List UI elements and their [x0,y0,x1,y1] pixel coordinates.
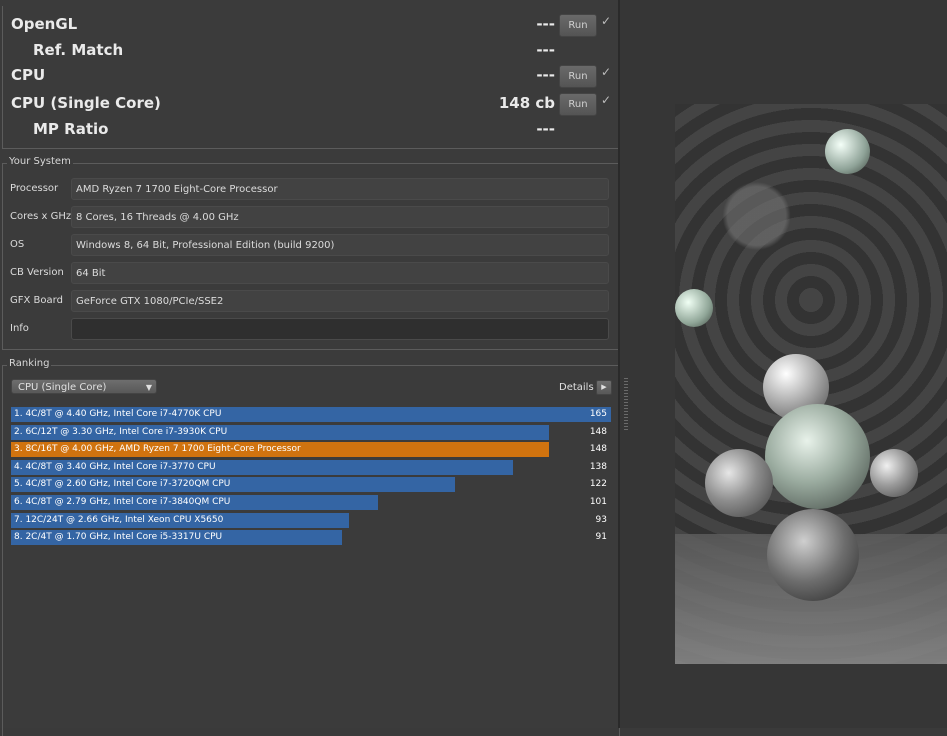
bench-row-ref-match: Ref. Match --- [3,40,619,64]
ranking-score: 148 [589,427,607,437]
system-row-cb-version: CB Version 64 Bit [3,262,619,286]
ranking-bar: 2. 6C/12T @ 3.30 GHz, Intel Core i7-3930… [11,425,550,440]
system-row-os: OS Windows 8, 64 Bit, Professional Editi… [3,234,619,258]
details-button[interactable]: ▶ [596,380,612,395]
system-value: Windows 8, 64 Bit, Professional Edition … [71,234,609,256]
ranking-bar: 8. 2C/4T @ 1.70 GHz, Intel Core i5-3317U… [11,530,342,545]
ranking-bar: 5. 4C/8T @ 2.60 GHz, Intel Core i7-3720Q… [11,477,455,492]
system-row-processor: Processor AMD Ryzen 7 1700 Eight-Core Pr… [3,178,619,202]
system-label: Info [10,323,29,334]
ranking-bar: 7. 12C/24T @ 2.66 GHz, Intel Xeon CPU X5… [11,513,350,528]
ranking-row[interactable]: 7. 12C/24T @ 2.66 GHz, Intel Xeon CPU X5… [11,513,611,529]
system-row-cores: Cores x GHz 8 Cores, 16 Threads @ 4.00 G… [3,206,619,230]
your-system-box: Your System Processor AMD Ryzen 7 1700 E… [2,156,620,350]
splitter-handle[interactable] [624,378,628,430]
check-icon[interactable]: ✓ [601,93,611,107]
ranking-row[interactable]: 5. 4C/8T @ 2.60 GHz, Intel Core i7-3720Q… [11,477,611,493]
ranking-bar: 3. 8C/16T @ 4.00 GHz, AMD Ryzen 7 1700 E… [11,442,550,457]
ranking-title: Ranking [7,358,52,369]
system-value: 64 Bit [71,262,609,284]
ranking-score: 138 [589,462,607,472]
system-value: GeForce GTX 1080/PCIe/SSE2 [71,290,609,312]
ranking-row[interactable]: 2. 6C/12T @ 3.30 GHz, Intel Core i7-3930… [11,425,611,441]
ranking-box: Ranking CPU (Single Core) ▼ Details ▶ 1.… [2,358,620,736]
sphere [870,449,918,497]
bench-label: OpenGL [11,15,78,33]
bench-label: CPU [11,66,46,84]
ranking-row[interactable]: 4. 4C/8T @ 3.40 GHz, Intel Core i7-3770 … [11,460,611,476]
ranking-dropdown-value: CPU (Single Core) [18,382,107,393]
system-row-gfx-board: GFX Board GeForce GTX 1080/PCIe/SSE2 [3,290,619,314]
details-label: Details [559,382,594,393]
bench-row-opengl: OpenGL --- Run ✓ [3,14,619,38]
bench-score: --- [536,41,555,59]
system-value: 8 Cores, 16 Threads @ 4.00 GHz [71,206,609,228]
chevron-down-icon: ▼ [145,383,152,392]
sphere [675,289,713,327]
render-preview-image [675,104,947,664]
bench-score: --- [536,66,555,84]
run-cpu-single-core-button[interactable]: Run [559,93,597,116]
ranking-score: 165 [589,409,607,419]
system-label: Processor [10,183,59,194]
benchmark-panel: OpenGL --- Run ✓ Ref. Match --- CPU --- … [0,0,620,736]
sphere [767,509,859,601]
bench-row-mp-ratio: MP Ratio --- [3,119,619,143]
bench-score: 148 cb [498,94,555,112]
sphere [765,404,870,509]
run-cpu-button[interactable]: Run [559,65,597,88]
system-label: CB Version [10,267,64,278]
ranking-bar: 6. 4C/8T @ 2.79 GHz, Intel Core i7-3840Q… [11,495,379,510]
ranking-bar: 4. 4C/8T @ 3.40 GHz, Intel Core i7-3770 … [11,460,513,475]
ranking-row[interactable]: 3. 8C/16T @ 4.00 GHz, AMD Ryzen 7 1700 E… [11,442,611,458]
ranking-bar: 1. 4C/8T @ 4.40 GHz, Intel Core i7-4770K… [11,407,611,422]
sphere [705,449,773,517]
ranking-row[interactable]: 6. 4C/8T @ 2.79 GHz, Intel Core i7-3840Q… [11,495,611,511]
bench-score: --- [536,15,555,33]
chevron-right-icon: ▶ [601,383,607,391]
check-icon[interactable]: ✓ [601,65,611,79]
bench-row-cpu-single-core: CPU (Single Core) 148 cb Run ✓ [3,93,619,117]
ranking-score: 93 [595,515,607,525]
ranking-score: 148 [589,444,607,454]
ranking-dropdown[interactable]: CPU (Single Core) ▼ [11,379,157,394]
benchmarks-box: OpenGL --- Run ✓ Ref. Match --- CPU --- … [2,6,620,149]
your-system-title: Your System [7,156,73,167]
sphere [825,129,870,174]
ranking-score: 101 [589,497,607,507]
bench-label: MP Ratio [33,120,109,138]
ranking-score: 122 [589,479,607,489]
info-field[interactable] [71,318,609,340]
bench-row-cpu: CPU --- Run ✓ [3,65,619,89]
system-value: AMD Ryzen 7 1700 Eight-Core Processor [71,178,609,200]
ranking-row[interactable]: 8. 2C/4T @ 1.70 GHz, Intel Core i5-3317U… [11,530,611,546]
bench-label: Ref. Match [33,41,124,59]
system-row-info: Info [3,318,619,342]
bench-label: CPU (Single Core) [11,94,161,112]
bench-score: --- [536,120,555,138]
system-label: Cores x GHz [10,211,72,222]
system-label: OS [10,239,25,250]
check-icon[interactable]: ✓ [601,14,611,28]
system-label: GFX Board [10,295,63,306]
ranking-score: 91 [595,532,607,542]
ranking-row[interactable]: 1. 4C/8T @ 4.40 GHz, Intel Core i7-4770K… [11,407,611,423]
run-opengl-button[interactable]: Run [559,14,597,37]
